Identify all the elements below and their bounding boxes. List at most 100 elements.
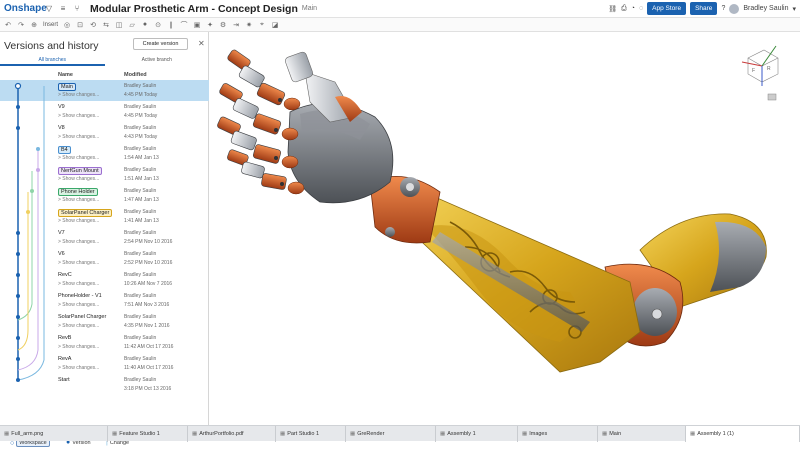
show-changes-link[interactable]: > Show changes... — [58, 302, 99, 308]
measure-icon[interactable]: ⌖ — [258, 21, 266, 29]
modified-by: Bradley Saulin — [124, 377, 157, 383]
print-icon[interactable]: ⎙ — [621, 5, 627, 13]
modified-date: 1:47 AM Jan 13 — [124, 197, 159, 203]
insert-icon[interactable]: ⊕ — [30, 21, 38, 29]
document-title: Modular Prosthetic Arm - Concept Design — [90, 2, 298, 15]
insert-button[interactable]: Insert — [43, 22, 58, 28]
share-link-icon[interactable]: ⛓ — [608, 5, 617, 13]
linear-icon[interactable]: ⇥ — [232, 21, 240, 29]
show-changes-link[interactable]: > Show changes... — [58, 365, 99, 371]
document-tab[interactable]: ▦ Main — [598, 426, 686, 442]
show-changes-link[interactable]: > Show changes... — [58, 134, 99, 140]
modified-date: 11:40 AM Oct 17 2016 — [124, 365, 174, 371]
svg-text:R: R — [767, 66, 771, 72]
slider-mate-icon[interactable]: ⇆ — [102, 21, 110, 29]
cylindrical-icon[interactable]: ◫ — [115, 21, 123, 29]
show-changes-link[interactable]: > Show changes... — [58, 92, 99, 98]
show-changes-link[interactable]: > Show changes... — [58, 113, 99, 119]
version-name: RevA — [58, 356, 72, 362]
revolute-icon[interactable]: ⟲ — [89, 21, 97, 29]
view-cube[interactable]: F R — [738, 40, 782, 104]
gear-icon[interactable]: ⚙ — [219, 21, 227, 29]
view-options-icon — [767, 93, 777, 101]
document-tab[interactable]: ▦ Full_arm.png — [0, 426, 108, 442]
planar-icon[interactable]: ▱ — [128, 21, 136, 29]
bell-icon[interactable]: ◌ — [639, 5, 643, 12]
panel-title: Versions and history — [4, 40, 99, 52]
explode-icon[interactable]: ✷ — [245, 21, 253, 29]
modified-by: Bradley Saulin — [124, 335, 157, 341]
column-header-modified[interactable]: Modified — [124, 72, 147, 78]
tab-active-branch[interactable]: Active branch — [105, 56, 210, 66]
column-header-name[interactable]: Name — [58, 72, 73, 78]
version-name: B4 — [58, 146, 71, 154]
modified-by: Bradley Saulin — [124, 125, 157, 131]
undo-icon[interactable]: ↶ — [4, 21, 12, 29]
list-icon[interactable]: ≡ — [58, 4, 68, 14]
tab-type-icon: ▦ — [192, 431, 198, 437]
tab-type-icon: ▦ — [112, 431, 118, 437]
modified-by: Bradley Saulin — [124, 209, 157, 215]
show-changes-link[interactable]: > Show changes... — [58, 281, 99, 287]
show-changes-link[interactable]: > Show changes... — [58, 239, 99, 245]
document-tab[interactable]: ▦ Images — [518, 426, 598, 442]
document-tab[interactable]: ▦ GreRender — [346, 426, 436, 442]
redo-icon[interactable]: ↷ — [17, 21, 25, 29]
filter-icon[interactable]: ▽ — [44, 4, 54, 14]
show-changes-link[interactable]: > Show changes... — [58, 155, 99, 161]
mate-icon[interactable]: ◎ — [63, 21, 71, 29]
workspace-node — [14, 82, 22, 90]
modified-date: 10:26 AM Nov 7 2016 — [124, 281, 173, 287]
document-tab[interactable]: ▦ Feature Studio 1 — [108, 426, 188, 442]
show-changes-link[interactable]: > Show changes... — [58, 197, 99, 203]
tab-label: Full_arm.png — [11, 431, 44, 437]
chevron-down-icon[interactable]: ▾ — [792, 5, 796, 13]
pin-icon[interactable]: ⊙ — [154, 21, 162, 29]
create-version-button[interactable]: Create version — [133, 38, 188, 50]
branch-icon[interactable]: ⑂ — [72, 4, 82, 14]
graphics-viewport[interactable]: F R — [210, 32, 800, 425]
show-changes-link[interactable]: > Show changes... — [58, 323, 99, 329]
close-icon[interactable]: ✕ — [198, 39, 205, 48]
prosthetic-arm-model[interactable] — [210, 32, 800, 425]
share-button[interactable]: Share — [690, 2, 718, 15]
notifications-icon[interactable]: ◔ — [631, 5, 635, 12]
modified-date: 11:42 AM Oct 17 2016 — [124, 344, 174, 350]
document-tab[interactable]: ▦ Part Studio 1 — [276, 426, 346, 442]
workspace-label: Main — [301, 5, 318, 12]
show-changes-link[interactable]: > Show changes... — [58, 260, 99, 266]
version-name: Main — [58, 83, 76, 91]
tangent-icon[interactable]: ⌒ — [180, 21, 188, 29]
view-icon[interactable]: ◪ — [271, 21, 279, 29]
connector-icon[interactable]: ✦ — [206, 21, 214, 29]
onshape-logo[interactable]: Onshape — [0, 3, 47, 14]
ball-icon[interactable]: ● — [141, 21, 149, 29]
show-changes-link[interactable]: > Show changes... — [58, 218, 99, 224]
app-store-button[interactable]: App Store — [647, 2, 687, 15]
modified-by: Bradley Saulin — [124, 251, 157, 257]
group-icon[interactable]: ▣ — [193, 21, 201, 29]
show-changes-link[interactable]: > Show changes... — [58, 344, 99, 350]
document-tab[interactable]: ▦ Assembly 1 (1) — [686, 426, 800, 442]
show-changes-link[interactable]: > Show changes... — [58, 176, 99, 182]
document-tab[interactable]: ▦ Assembly 1 — [436, 426, 518, 442]
parallel-icon[interactable]: ∥ — [167, 21, 175, 29]
modified-by: Bradley Saulin — [124, 230, 157, 236]
version-name: V6 — [58, 251, 65, 257]
toolbar: ↶ ↷ ⊕ Insert ◎ ⊡ ⟲ ⇆ ◫ ▱ ● ⊙ ∥ ⌒ ▣ ✦ ⚙ ⇥… — [0, 18, 800, 32]
tab-label: GreRender — [357, 431, 385, 437]
modified-by: Bradley Saulin — [124, 314, 157, 320]
user-name[interactable]: Bradley Saulin — [743, 5, 788, 12]
modified-by: Bradley Saulin — [124, 356, 157, 362]
modified-date: 1:54 AM Jan 13 — [124, 155, 159, 161]
help-icon[interactable]: ? — [721, 5, 725, 12]
avatar[interactable] — [729, 3, 740, 14]
modified-date: 3:18 PM Oct 13 2016 — [124, 386, 172, 392]
tab-type-icon: ▦ — [350, 431, 356, 437]
tab-label: Images — [529, 431, 548, 437]
document-tab[interactable]: ▦ ArthurPortfolio.pdf — [188, 426, 276, 442]
fastened-icon[interactable]: ⊡ — [76, 21, 84, 29]
tab-label: Feature Studio 1 — [119, 431, 160, 437]
version-name: RevB — [58, 335, 72, 341]
tab-all-branches[interactable]: All branches — [0, 56, 105, 66]
